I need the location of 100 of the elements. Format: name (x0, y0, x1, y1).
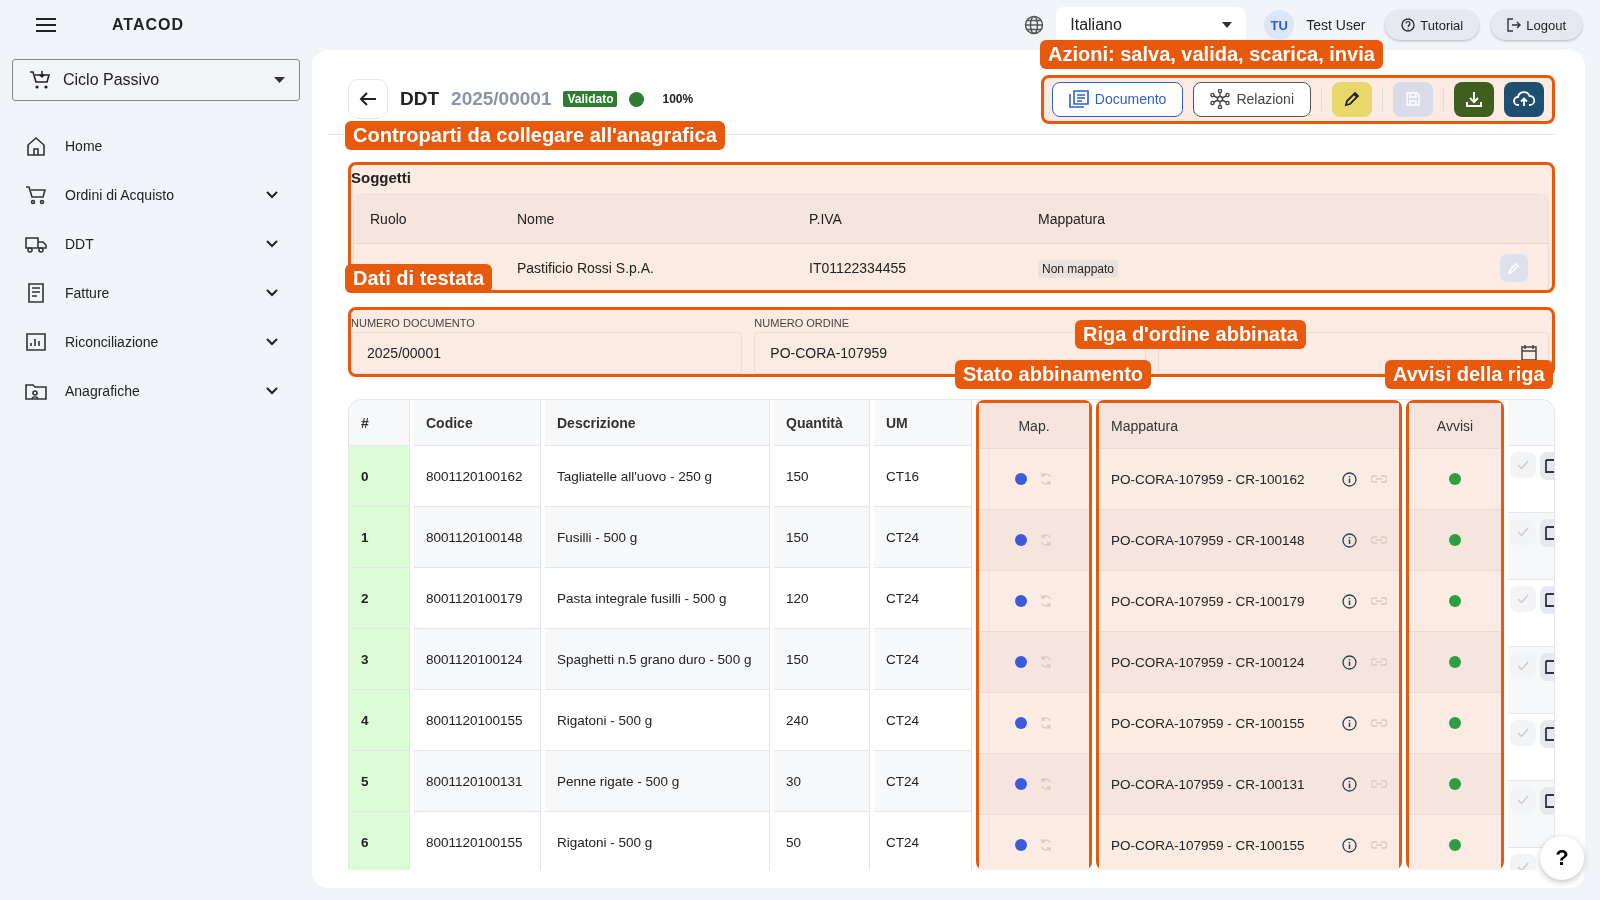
cycle-select[interactable]: Ciclo Passivo (12, 59, 300, 101)
table-cell-text: PO-CORA-107959 - CR-100155 (1111, 715, 1306, 731)
logout-button[interactable]: Logout (1491, 10, 1582, 40)
upload-button[interactable] (1504, 81, 1544, 117)
link-icon[interactable] (1371, 595, 1387, 607)
table-cell: 8001120100155 (426, 712, 523, 728)
check-icon (1517, 862, 1529, 870)
table-cell: Fusilli - 500 g (557, 529, 638, 545)
document-type: DDT (400, 88, 440, 110)
detail-button[interactable] (1540, 720, 1554, 748)
status-dot (1449, 534, 1461, 546)
back-button[interactable] (348, 79, 388, 119)
info-icon[interactable] (1342, 593, 1357, 609)
detail-button[interactable] (1540, 586, 1554, 614)
detail-button[interactable] (1540, 452, 1554, 480)
row-index: 6 (361, 834, 369, 850)
refresh-icon[interactable] (1039, 594, 1053, 608)
detail-button[interactable] (1540, 787, 1554, 815)
detail-icon (1544, 726, 1554, 742)
annotation-tooltip: Stato abbinamento (955, 360, 1151, 389)
refresh-icon[interactable] (1039, 716, 1053, 730)
sidebar-item[interactable]: DDT (12, 219, 300, 268)
link-icon[interactable] (1371, 717, 1387, 729)
field-label: NUMERO ORDINE (754, 316, 851, 331)
table-cell-text: Pastificio Rossi S.p.A. (517, 260, 655, 276)
field-label: NUMERO DOCUMENTO (351, 316, 476, 331)
status-dot (1449, 595, 1461, 607)
check-icon (1517, 594, 1529, 604)
sidebar-item[interactable]: Ordini di Acquisto (12, 170, 300, 219)
table-cell: 120 (786, 590, 809, 606)
sidebar-item[interactable]: Anagrafiche (12, 366, 300, 415)
status-dot (1449, 839, 1461, 851)
mapping-tag: Non mappato (1038, 260, 1119, 278)
link-icon[interactable] (1371, 778, 1387, 790)
table-cell: 8001120100148 (426, 529, 523, 545)
check-icon (1517, 795, 1529, 805)
chevron-down-icon (266, 190, 278, 199)
info-icon[interactable] (1342, 715, 1357, 731)
tutorial-button[interactable]: Tutorial (1385, 10, 1480, 40)
info-icon[interactable] (1342, 532, 1357, 548)
link-icon[interactable] (1371, 839, 1387, 851)
link-icon[interactable] (1371, 656, 1387, 668)
edit-button[interactable] (1332, 81, 1372, 117)
cart-icon (25, 184, 47, 205)
refresh-icon[interactable] (1039, 655, 1053, 669)
input-field[interactable]: 2025/00001 (351, 332, 743, 374)
info-icon[interactable] (1342, 776, 1357, 792)
sidebar-item[interactable]: Riconciliazione (12, 317, 300, 366)
row-index: 4 (361, 712, 369, 728)
detail-button[interactable] (1540, 519, 1554, 547)
table-cell-text: PO-CORA-107959 - CR-100148 (1111, 532, 1306, 548)
refresh-icon[interactable] (1039, 472, 1053, 486)
table-cell: Spaghetti n.5 grano duro - 500 g (557, 651, 752, 667)
document-number: 2025/00001 (451, 88, 552, 110)
table-cell: Rigatoni - 500 g (557, 712, 653, 728)
table-cell: CT24 (886, 590, 919, 606)
column-header: Nome (517, 211, 556, 227)
link-icon[interactable] (1371, 473, 1387, 485)
check-icon (1517, 527, 1529, 537)
column-header: P.IVA (809, 211, 843, 227)
detail-icon (1544, 793, 1554, 809)
globe-icon (1024, 15, 1045, 35)
table-cell-text: IT01122334455 (809, 260, 908, 276)
sidebar-item[interactable]: Home (12, 121, 300, 170)
status-dot (1449, 717, 1461, 729)
table-cell: 240 (786, 712, 809, 728)
link-icon[interactable] (1371, 534, 1387, 546)
back-arrow-icon (359, 91, 377, 107)
table-cell-text: PO-CORA-107959 - CR-100155 (1111, 837, 1306, 853)
refresh-icon[interactable] (1039, 533, 1053, 547)
language-select[interactable]: Italiano (1056, 7, 1247, 43)
chevron-down-icon (266, 288, 278, 297)
detail-button[interactable] (1540, 653, 1554, 681)
menu-icon[interactable] (36, 18, 56, 32)
refresh-icon[interactable] (1039, 838, 1053, 852)
relations-button[interactable]: Relazioni (1193, 81, 1311, 117)
annotation-tooltip: Riga d'ordine abbinata (1075, 320, 1306, 349)
annotation-tooltip: Dati di testata (345, 264, 493, 293)
document-button[interactable]: Documento (1051, 81, 1184, 117)
detail-icon (1544, 525, 1554, 541)
detail-icon (1544, 592, 1554, 608)
table-cell: CT24 (886, 773, 919, 789)
info-icon[interactable] (1342, 837, 1357, 853)
table-cell: 30 (786, 773, 802, 789)
table-cell-text: PO-CORA-107959 - CR-100179 (1111, 593, 1306, 609)
column-header: Descrizione (545, 400, 769, 446)
caret-icon (274, 77, 285, 83)
refresh-icon[interactable] (1039, 777, 1053, 791)
sidebar-item[interactable]: Fatture (12, 268, 300, 317)
status-dot (1015, 534, 1027, 546)
info-icon[interactable] (1342, 654, 1357, 670)
user-name: Test User (1306, 17, 1366, 33)
table-cell: 150 (786, 651, 809, 667)
calendar-icon[interactable] (1520, 344, 1538, 362)
info-icon[interactable] (1342, 471, 1357, 487)
help-icon (1401, 18, 1416, 32)
table-cell: 8001120100131 (426, 773, 523, 789)
download-button[interactable] (1454, 81, 1494, 117)
caret-icon (1222, 21, 1233, 28)
table-cell: CT16 (886, 468, 919, 484)
